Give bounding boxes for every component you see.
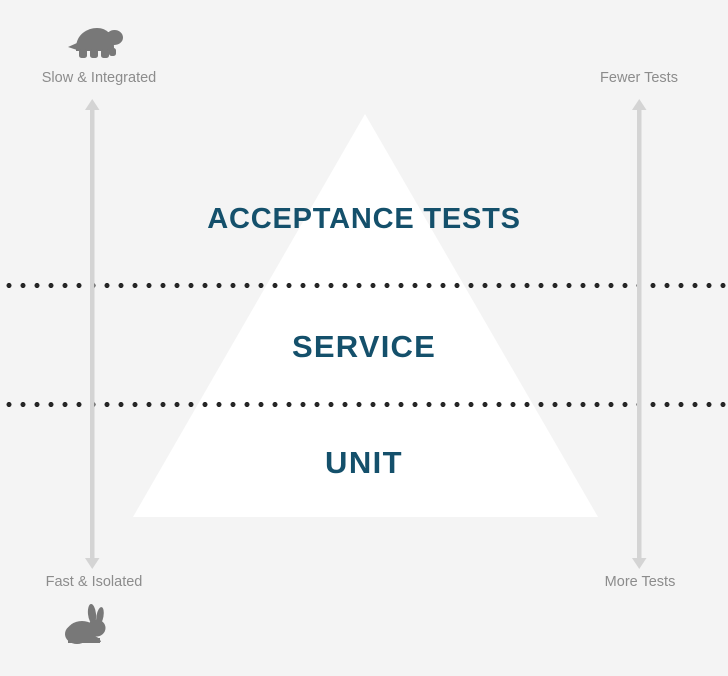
turtle-icon <box>68 28 123 58</box>
tier-label-acceptance-tests: ACCEPTANCE TESTS <box>207 203 521 235</box>
rabbit-icon <box>65 604 106 644</box>
tier-label-service: SERVICE <box>292 329 436 364</box>
right-axis-arrow <box>632 99 647 569</box>
left-axis-arrow <box>85 99 100 569</box>
tier-divider-lower <box>0 402 728 407</box>
caption-fast-isolated: Fast & Isolated <box>45 574 143 590</box>
tier-divider-upper <box>0 283 728 288</box>
caption-slow-integrated: Slow & Integrated <box>41 70 157 86</box>
caption-fewer-tests: Fewer Tests <box>600 70 678 86</box>
caption-more-tests: More Tests <box>604 574 676 590</box>
tier-label-unit: UNIT <box>325 445 403 480</box>
diagram-canvas: ACCEPTANCE TESTS SERVICE UNIT Slow & Int… <box>0 0 728 676</box>
